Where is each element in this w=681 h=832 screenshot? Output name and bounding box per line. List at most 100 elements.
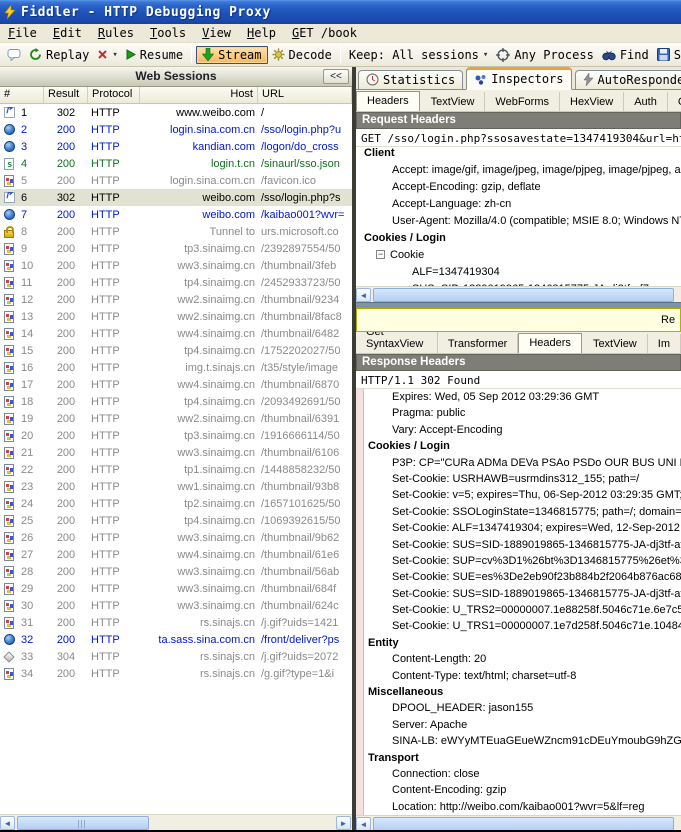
decode-button[interactable]: Decode xyxy=(268,46,336,64)
menu-item-rules[interactable]: Rules xyxy=(90,24,142,42)
url: /thumbnail/8fac8 xyxy=(258,311,352,323)
session-row[interactable]: 17200HTTPww4.sinaimg.cn/thumbnail/6870 xyxy=(0,376,352,393)
session-row[interactable]: 24200HTTPtp2.sinaimg.cn/1657101625/50 xyxy=(0,495,352,512)
tab-textview[interactable]: TextView xyxy=(583,334,648,353)
save-button[interactable]: Save xyxy=(653,46,681,64)
tab-autoresponder[interactable]: AutoResponder xyxy=(575,70,681,89)
protocol: HTTP xyxy=(88,464,140,476)
tab-statistics[interactable]: Statistics xyxy=(358,70,463,89)
image-icon xyxy=(4,379,14,391)
scrollbar-thumb[interactable] xyxy=(17,816,149,830)
session-row[interactable]: 20200HTTPtp3.sinaimg.cn/1916666114/50 xyxy=(0,427,352,444)
collapse-box[interactable]: − xyxy=(376,250,385,259)
column-header-num[interactable]: # xyxy=(0,87,44,103)
menu-item-help[interactable]: Help xyxy=(239,24,284,42)
tab-c[interactable]: C xyxy=(668,92,681,111)
decode-icon xyxy=(272,48,285,61)
keep-sessions-dropdown[interactable]: Keep: All sessions ▾ xyxy=(345,46,492,64)
image-icon xyxy=(4,345,14,357)
menu-item-tools[interactable]: Tools xyxy=(142,24,194,42)
globe-icon xyxy=(4,209,15,220)
scroll-left-arrow[interactable]: ◄ xyxy=(0,816,15,830)
tab-hexview[interactable]: HexView xyxy=(560,92,624,111)
session-row[interactable]: 33304HTTPrs.sinajs.cn/j.gif?uids=2072 xyxy=(0,648,352,665)
delete-dropdown-caret[interactable]: ▾ xyxy=(112,50,117,60)
session-row[interactable]: 21200HTTPww3.sinaimg.cn/thumbnail/6106 xyxy=(0,444,352,461)
image-icon xyxy=(4,277,14,289)
find-button[interactable]: Find xyxy=(598,46,653,64)
session-row[interactable]: 27200HTTPww4.sinaimg.cn/thumbnail/61e6 xyxy=(0,546,352,563)
session-row[interactable]: 7200HTTPweibo.com/kaibao001?wvr= xyxy=(0,206,352,223)
session-row[interactable]: 32200HTTPta.sass.sina.com.cn/front/deliv… xyxy=(0,631,352,648)
session-row[interactable]: 15200HTTPtp4.sinaimg.cn/1752202027/50 xyxy=(0,342,352,359)
tab-headers[interactable]: Headers xyxy=(356,91,420,111)
session-row[interactable]: 8200HTTPTunnel tours.microsoft.co xyxy=(0,223,352,240)
session-row[interactable]: 2200HTTPlogin.sina.com.cn/sso/login.php?… xyxy=(0,121,352,138)
stream-toggle-button[interactable]: Stream xyxy=(196,46,267,64)
url: /thumbnail/9234 xyxy=(258,294,352,306)
collapse-panel-button[interactable]: << xyxy=(323,69,349,84)
session-row[interactable]: 3200HTTPkandian.com/logon/do_cross xyxy=(0,138,352,155)
session-row[interactable]: 14200HTTPww4.sinaimg.cn/thumbnail/6482 xyxy=(0,325,352,342)
session-row[interactable]: 30200HTTPww3.sinaimg.cn/thumbnail/624c xyxy=(0,597,352,614)
session-row[interactable]: 28200HTTPww3.sinaimg.cn/thumbnail/56ab xyxy=(0,563,352,580)
session-row[interactable]: 23200HTTPww1.sinaimg.cn/thumbnail/93b8 xyxy=(0,478,352,495)
column-header-protocol[interactable]: Protocol xyxy=(88,87,140,103)
tab-inspectors[interactable]: Inspectors xyxy=(466,67,571,90)
menu-item-view[interactable]: View xyxy=(194,24,239,42)
session-row[interactable]: 11200HTTPtp4.sinaimg.cn/2452933723/50 xyxy=(0,274,352,291)
column-header-host[interactable]: Host xyxy=(140,87,258,103)
session-row[interactable]: 9200HTTPtp3.sinaimg.cn/2392897554/50 xyxy=(0,240,352,257)
protocol: HTTP xyxy=(88,515,140,527)
protocol: HTTP xyxy=(88,396,140,408)
session-row[interactable]: 10200HTTPww3.sinaimg.cn/thumbnail/3feb xyxy=(0,257,352,274)
session-row[interactable]: 34200HTTPrs.sinajs.cn/g.gif?type=1&i xyxy=(0,665,352,682)
session-row[interactable]: 4200HTTPlogin.t.cn/sinaurl/sso.json xyxy=(0,155,352,172)
session-row[interactable]: 25200HTTPtp4.sinaimg.cn/1069392615/50 xyxy=(0,512,352,529)
session-icon-cell xyxy=(0,107,18,118)
image-icon xyxy=(4,328,14,340)
delete-button[interactable]: ▾ xyxy=(93,47,121,62)
scroll-left-arrow[interactable]: ◄ xyxy=(356,817,371,830)
session-row[interactable]: 6302HTTPweibo.com/sso/login.php?s xyxy=(0,189,352,206)
image-icon xyxy=(4,175,14,187)
scroll-right-arrow[interactable]: ► xyxy=(336,816,351,830)
session-number: 9 xyxy=(18,243,44,255)
session-row[interactable]: 31200HTTPrs.sinajs.cn/j.gif?uids=1421 xyxy=(0,614,352,631)
replay-button[interactable]: Replay xyxy=(25,46,93,64)
web-sessions-header: Web Sessions << xyxy=(0,67,352,87)
sessions-column-header: # Result Protocol Host URL xyxy=(0,87,352,104)
tab-textview[interactable]: TextView xyxy=(421,92,486,111)
tab-webforms[interactable]: WebForms xyxy=(485,92,560,111)
encoding-notice-bar[interactable]: Re xyxy=(356,308,681,332)
session-number: 2 xyxy=(18,124,44,136)
scrollbar-thumb[interactable] xyxy=(373,288,674,302)
request-headers-bar: Request Headers xyxy=(356,112,681,129)
menu-item-file[interactable]: File xyxy=(0,24,45,42)
session-row[interactable]: 26200HTTPww3.sinaimg.cn/thumbnail/9b62 xyxy=(0,529,352,546)
tab-auth[interactable]: Auth xyxy=(624,92,668,111)
tab-transformer[interactable]: Transformer xyxy=(438,334,519,353)
comment-button[interactable] xyxy=(3,46,25,63)
tab-headers[interactable]: Headers xyxy=(518,333,582,353)
scroll-left-arrow[interactable]: ◄ xyxy=(356,288,371,302)
session-row[interactable]: 19200HTTPww2.sinaimg.cn/thumbnail/6391 xyxy=(0,410,352,427)
column-header-result[interactable]: Result xyxy=(44,87,88,103)
session-row[interactable]: 1302HTTPwww.weibo.com/ xyxy=(0,104,352,121)
menu-item-edit[interactable]: Edit xyxy=(45,24,90,42)
scrollbar-thumb[interactable] xyxy=(373,817,674,830)
url: /thumbnail/6482 xyxy=(258,328,352,340)
session-number: 5 xyxy=(18,175,44,187)
session-row[interactable]: 29200HTTPww3.sinaimg.cn/thumbnail/684f xyxy=(0,580,352,597)
session-row[interactable]: 5200HTTPlogin.sina.com.cn/favicon.ico xyxy=(0,172,352,189)
session-row[interactable]: 12200HTTPww2.sinaimg.cn/thumbnail/9234 xyxy=(0,291,352,308)
session-row[interactable]: 18200HTTPtp4.sinaimg.cn/2093492691/50 xyxy=(0,393,352,410)
resume-button[interactable]: Resume xyxy=(122,46,187,64)
tab-im[interactable]: Im xyxy=(648,334,681,353)
menu-item-get-book[interactable]: GET /book xyxy=(284,24,365,42)
session-row[interactable]: 22200HTTPtp1.sinaimg.cn/1448858232/50 xyxy=(0,461,352,478)
session-row[interactable]: 13200HTTPww2.sinaimg.cn/thumbnail/8fac8 xyxy=(0,308,352,325)
session-row[interactable]: 16200HTTPimg.t.sinajs.cn/t35/style/image xyxy=(0,359,352,376)
column-header-url[interactable]: URL xyxy=(258,87,352,103)
any-process-button[interactable]: Any Process xyxy=(492,46,597,64)
